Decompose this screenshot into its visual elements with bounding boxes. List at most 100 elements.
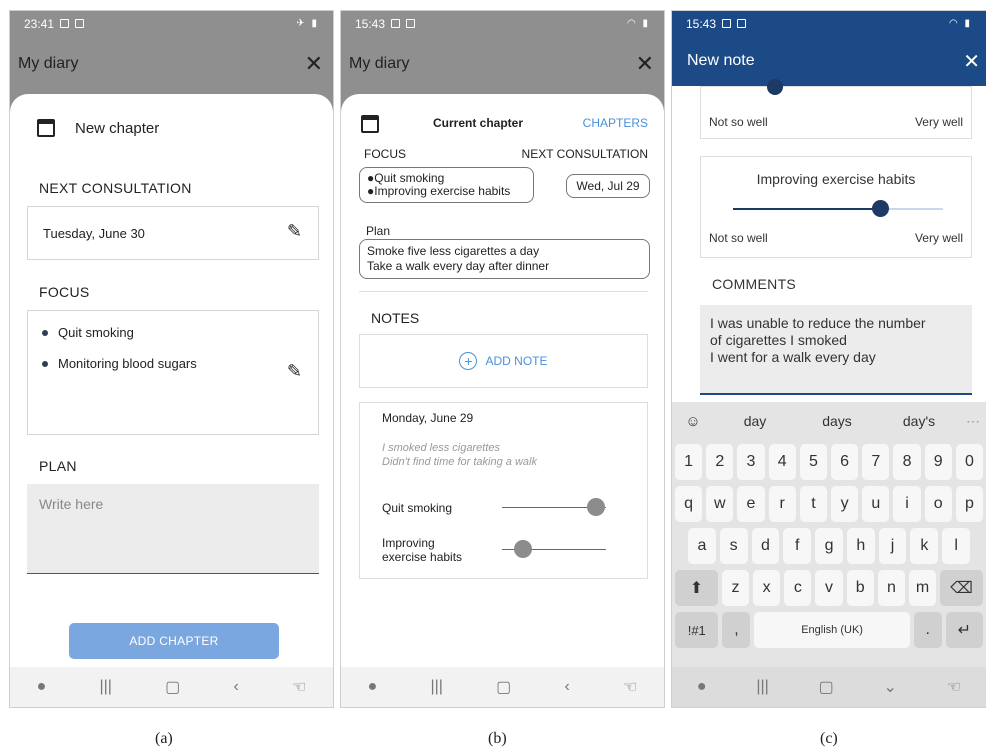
backspace-key[interactable]: ⌫ (940, 570, 983, 606)
key-3[interactable]: 3 (737, 444, 765, 480)
key-z[interactable]: z (721, 570, 750, 606)
next-consultation-value: Tuesday, June 30 (43, 226, 145, 241)
status-bar: 15:43 ◠ ▮ (341, 11, 664, 36)
accessibility-icon[interactable]: ☜ (947, 677, 961, 697)
back-icon[interactable]: ‹ (564, 678, 569, 696)
key-6[interactable]: 6 (831, 444, 859, 480)
note-card[interactable]: Monday, June 29 I smoked less cigarettes… (359, 402, 648, 579)
next-consultation-field[interactable]: Tuesday, June 30 ✎ (27, 206, 319, 260)
key-r[interactable]: r (768, 486, 796, 522)
key-o[interactable]: o (924, 486, 952, 522)
app-icon[interactable]: ● (37, 678, 47, 696)
key-0[interactable]: 0 (955, 444, 984, 480)
symbols-key[interactable]: !#1 (675, 612, 719, 648)
enter-key[interactable]: ↵ (945, 612, 983, 648)
key-f[interactable]: f (783, 528, 812, 564)
edit-icon[interactable]: ✎ (287, 221, 302, 242)
plan-input[interactable]: Write here (27, 484, 319, 574)
focus-item-text: Improving exercise habits (374, 184, 511, 198)
key-v[interactable]: v (815, 570, 843, 606)
consultation-date[interactable]: Wed, Jul 29 (566, 174, 650, 198)
plan-box[interactable]: Smoke five less cigarettes a day Take a … (359, 239, 650, 279)
key-2[interactable]: 2 (706, 444, 734, 480)
key-m[interactable]: m (908, 570, 937, 606)
note-text-line: I smoked less cigarettes (382, 442, 500, 454)
accessibility-icon[interactable]: ☜ (623, 677, 637, 697)
key-i[interactable]: i (893, 486, 921, 522)
rating-label-line: Improving (382, 536, 435, 550)
home-icon[interactable]: ▢ (496, 677, 511, 697)
rating-knob[interactable] (871, 200, 889, 217)
next-consultation-label: NEXT CONSULTATION (521, 147, 648, 161)
add-note-button[interactable]: + ADD NOTE (359, 334, 648, 388)
key-5[interactable]: 5 (799, 444, 828, 480)
key-4[interactable]: 4 (768, 444, 796, 480)
emoji-icon[interactable]: ☺ (672, 413, 714, 430)
key-k[interactable]: k (910, 528, 939, 564)
status-icons: ◠ ▮ (948, 18, 972, 29)
close-icon[interactable]: ✕ (305, 51, 323, 77)
key-9[interactable]: 9 (924, 444, 952, 480)
period-key[interactable]: . (913, 612, 942, 648)
key-s[interactable]: s (719, 528, 748, 564)
key-7[interactable]: 7 (862, 444, 890, 480)
key-w[interactable]: w (706, 486, 734, 522)
recents-icon[interactable]: ||| (430, 678, 442, 696)
key-e[interactable]: e (737, 486, 765, 522)
edit-icon[interactable]: ✎ (287, 361, 302, 382)
rating-knob[interactable] (513, 540, 532, 558)
suggestion[interactable]: days (796, 413, 878, 429)
bullet-icon (42, 360, 48, 367)
add-chapter-button[interactable]: ADD CHAPTER (69, 623, 279, 659)
close-icon[interactable]: ✕ (963, 49, 980, 74)
key-d[interactable]: d (751, 528, 780, 564)
back-icon[interactable]: ‹ (233, 678, 238, 696)
key-c[interactable]: c (784, 570, 812, 606)
accessibility-icon[interactable]: ☜ (292, 677, 306, 697)
rating-knob[interactable] (586, 498, 605, 516)
plan-label: PLAN (39, 458, 77, 474)
key-y[interactable]: y (831, 486, 859, 522)
shift-key[interactable]: ⬆ (675, 570, 718, 606)
app-icon[interactable]: ● (697, 678, 707, 696)
system-nav-bar: ● ||| ▢ ⌄ ☜ (672, 667, 986, 707)
rating-knob[interactable] (767, 79, 783, 95)
hide-keyboard-icon[interactable]: ⌄ (884, 677, 897, 697)
app-bar: My diary ✕ (341, 36, 664, 91)
key-j[interactable]: j (878, 528, 907, 564)
close-icon[interactable]: ✕ (636, 51, 654, 77)
key-8[interactable]: 8 (893, 444, 921, 480)
key-t[interactable]: t (799, 486, 828, 522)
key-l[interactable]: l (942, 528, 971, 564)
key-b[interactable]: b (846, 570, 874, 606)
key-x[interactable]: x (753, 570, 781, 606)
key-a[interactable]: a (688, 528, 716, 564)
key-q[interactable]: q (675, 486, 703, 522)
key-g[interactable]: g (815, 528, 843, 564)
more-icon[interactable]: ⋯ (960, 413, 986, 430)
focus-box[interactable]: ●Quit smoking ●Improving exercise habits (359, 167, 534, 203)
rating-label: Improving exercise habits (382, 536, 462, 564)
suggestion[interactable]: day (714, 413, 796, 429)
key-h[interactable]: h (846, 528, 875, 564)
key-n[interactable]: n (877, 570, 905, 606)
space-key[interactable]: English (UK) (754, 612, 910, 648)
focus-field[interactable]: Quit smoking Monitoring blood sugars ✎ (27, 310, 319, 435)
suggestion-bar: ☺ day days day's ⋯ (672, 402, 986, 440)
recents-icon[interactable]: ||| (756, 678, 768, 696)
key-1[interactable]: 1 (675, 444, 703, 480)
comma-key[interactable]: , (722, 612, 751, 648)
recents-icon[interactable]: ||| (99, 678, 111, 696)
comments-input[interactable]: I was unable to reduce the number of cig… (700, 305, 972, 395)
home-icon[interactable]: ▢ (165, 677, 180, 697)
key-p[interactable]: p (955, 486, 984, 522)
chapters-link[interactable]: CHAPTERS (583, 116, 648, 130)
rating-label: Quit smoking (382, 501, 453, 515)
screen-a: 23:41 ✈ ▮ My diary ✕ New chapter NEXT CO… (9, 10, 334, 708)
suggestion[interactable]: day's (878, 413, 960, 429)
key-u[interactable]: u (862, 486, 890, 522)
goal-rating-card: Not so well Very well (700, 79, 972, 139)
app-icon[interactable]: ● (368, 678, 378, 696)
home-icon[interactable]: ▢ (819, 677, 834, 697)
notification-icon (737, 19, 747, 28)
